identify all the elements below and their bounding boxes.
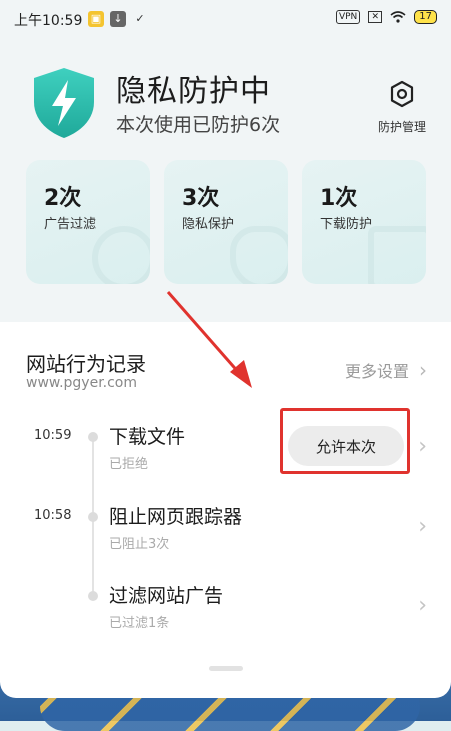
annotation-arrow-icon: [166, 291, 252, 388]
drag-handle[interactable]: [209, 666, 243, 671]
privacy-panel: 上午10:59 ▣ ↓ ✓ VPN ✕ 17 隐私防护中 本次使用已防护6次 防…: [0, 0, 451, 698]
